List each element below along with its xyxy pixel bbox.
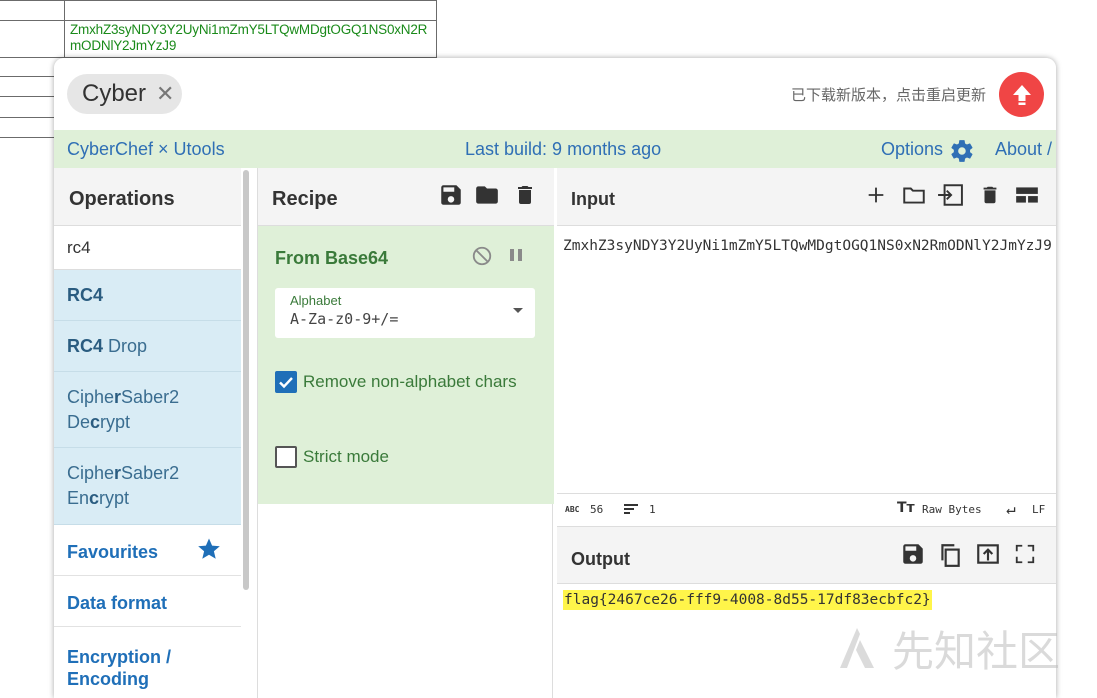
copy-icon[interactable]	[937, 541, 963, 569]
eol-icon: ↵	[1006, 499, 1016, 518]
fullscreen-icon[interactable]	[1014, 541, 1036, 567]
lines-icon	[624, 504, 638, 514]
operation-rc4[interactable]: RC4	[54, 270, 241, 321]
input-title: Input	[571, 189, 615, 209]
alphabet-value: A-Za-z0-9+/=	[290, 310, 399, 328]
window-topbar: Cyber ✕ 已下载新版本，点击重启更新	[54, 58, 1056, 130]
options-link[interactable]: Options	[881, 139, 943, 160]
gear-icon[interactable]	[949, 138, 975, 164]
star-icon[interactable]	[197, 537, 221, 561]
app-tab[interactable]: Cyber ✕	[67, 74, 182, 114]
text-encoding-icon[interactable]: Tт	[897, 500, 915, 516]
update-notice[interactable]: 已下载新版本，点击重启更新	[791, 84, 986, 105]
last-build-text: Last build: 9 months ago	[465, 139, 662, 159]
pause-icon[interactable]	[508, 246, 524, 264]
chevron-down-icon[interactable]	[513, 308, 523, 313]
input-status-bar: ABC 56 1 Tт Raw Bytes ↵ LF	[557, 493, 1056, 523]
input-header: Input	[557, 168, 1056, 226]
file-import-icon[interactable]	[935, 182, 965, 208]
category-data-format[interactable]: Data format	[54, 576, 241, 627]
recipe-header: Recipe	[258, 168, 554, 226]
strict-mode-label[interactable]: Strict mode	[303, 447, 389, 467]
save-icon[interactable]	[900, 541, 926, 567]
input-encoding[interactable]: Raw Bytes	[922, 503, 982, 516]
alphabet-select[interactable]: Alphabet A-Za-z0-9+/=	[275, 288, 535, 338]
recipe-operation-from-base64: From Base64 Alphabet A-Za-z0-9+/= Remove…	[258, 226, 554, 504]
remove-non-alphabet-checkbox[interactable]	[275, 371, 297, 393]
output-title: Output	[571, 549, 630, 569]
open-folder-icon[interactable]	[900, 182, 928, 208]
operations-panel: Operations RC4 RC4 Drop CipherSaber2 Dec…	[54, 168, 241, 698]
add-icon[interactable]	[865, 182, 887, 208]
operations-search-input[interactable]	[54, 226, 241, 270]
operations-header: Operations	[54, 168, 241, 226]
category-favourites[interactable]: Favourites	[54, 525, 241, 576]
save-icon[interactable]	[438, 182, 464, 208]
close-icon[interactable]: ✕	[156, 83, 174, 105]
operations-scrollbar[interactable]	[243, 170, 249, 590]
folder-icon[interactable]	[473, 182, 501, 208]
about-link[interactable]: About /	[995, 139, 1052, 160]
input-length: 56	[590, 503, 604, 516]
input-eol[interactable]: LF	[1032, 503, 1045, 516]
input-lines: 1	[649, 503, 656, 516]
recipe-title: Recipe	[272, 188, 338, 210]
update-restart-button[interactable]	[999, 72, 1044, 117]
arrow-up-icon	[1012, 84, 1031, 105]
operation-name: From Base64	[275, 248, 389, 268]
remove-non-alphabet-label[interactable]: Remove non-alphabet chars	[303, 372, 517, 392]
watermark-text: 先知社区	[892, 627, 1061, 676]
layout-icon[interactable]	[1013, 182, 1041, 208]
input-textarea[interactable]: ZmxhZ3syNDY3Y2UyNi1mZmY5LTQwMDgtOGQ1NS0x…	[563, 234, 1053, 258]
app-title-link[interactable]: CyberChef × Utools	[67, 139, 225, 160]
length-icon: ABC	[565, 505, 580, 514]
alphabet-label: Alphabet	[290, 293, 342, 308]
operation-ciphersaber2-decrypt[interactable]: CipherSaber2 Decrypt	[54, 372, 241, 448]
watermark-logo-icon	[840, 628, 874, 668]
app-tab-label: Cyber	[82, 80, 147, 107]
output-text[interactable]: flag{2467ce26-fff9-4008-8d55-17df83ecbfc…	[563, 590, 932, 610]
trash-icon[interactable]	[979, 182, 1001, 208]
recipe-panel: Recipe From Base64 Alphabet A-Za-z0-9+/=…	[257, 168, 554, 698]
operations-title: Operations	[69, 188, 175, 210]
category-encryption-encoding[interactable]: Encryption / Encoding	[54, 627, 241, 698]
checkmark-icon	[279, 377, 293, 389]
strict-mode-checkbox[interactable]	[275, 446, 297, 468]
output-header: Output	[557, 526, 1056, 584]
operation-rc4-drop[interactable]: RC4 Drop	[54, 321, 241, 372]
trash-icon[interactable]	[513, 182, 537, 208]
cyberchef-window: Cyber ✕ 已下载新版本，点击重启更新 CyberChef × Utools…	[54, 58, 1056, 698]
operation-ciphersaber2-encrypt[interactable]: CipherSaber2 Encrypt	[54, 448, 241, 525]
disable-icon[interactable]	[471, 245, 493, 267]
replace-input-icon[interactable]	[975, 541, 1001, 567]
info-banner: CyberChef × Utools Last build: 9 months …	[54, 130, 1056, 168]
spreadsheet-cell-text: ZmxhZ3syNDY3Y2UyNi1mZmY5LTQwMDgtOGQ1NS0x…	[70, 22, 428, 53]
